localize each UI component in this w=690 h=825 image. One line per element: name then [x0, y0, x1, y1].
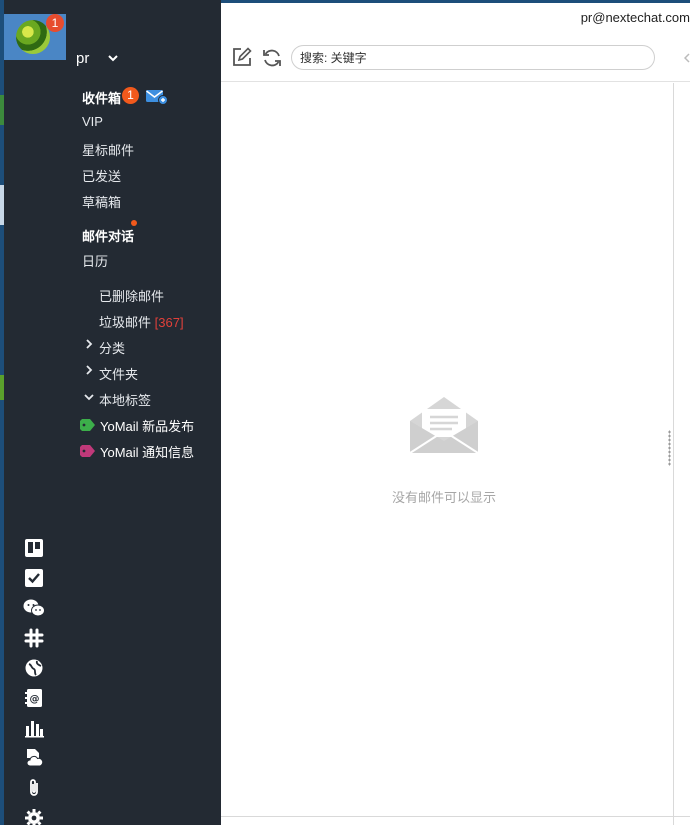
unread-dot: [131, 220, 137, 226]
sidebar-item-drafts[interactable]: 草稿箱: [82, 192, 121, 211]
chart-icon[interactable]: [22, 716, 46, 740]
toolbar: [221, 40, 690, 82]
cloud-file-icon[interactable]: [22, 746, 46, 770]
refresh-icon[interactable]: [261, 47, 283, 69]
empty-mail-icon: [408, 395, 480, 455]
contacts-icon[interactable]: @: [22, 686, 46, 710]
sidebar-item-spam[interactable]: 垃圾邮件 [367]: [99, 312, 184, 331]
empty-state-message: 没有邮件可以显示: [391, 490, 496, 505]
sidebar-item-local-tags[interactable]: 本地标签: [99, 390, 151, 409]
inbox-count-badge: 1: [122, 87, 139, 104]
chevron-right-icon[interactable]: [84, 364, 94, 378]
search-input[interactable]: [291, 45, 655, 70]
globe-icon[interactable]: [22, 656, 46, 680]
sidebar-item-inbox[interactable]: 收件箱: [82, 88, 121, 107]
arrow-icon[interactable]: [683, 52, 690, 66]
attachment-icon[interactable]: [22, 776, 46, 800]
sidebar-item-calendar[interactable]: 日历: [82, 251, 108, 270]
pane-divider: [673, 83, 674, 825]
account-name[interactable]: pr: [76, 50, 89, 67]
sidebar-item-conversations[interactable]: 邮件对话: [82, 226, 134, 245]
checklist-icon[interactable]: [22, 566, 46, 590]
sidebar-item-folders[interactable]: 文件夹: [99, 364, 138, 383]
tag-icon: [80, 444, 96, 457]
account-email: pr@nextechat.com: [580, 10, 690, 25]
avatar: [16, 20, 50, 54]
spam-count: [367]: [154, 315, 184, 330]
chevron-right-icon[interactable]: [84, 338, 94, 352]
settings-icon[interactable]: [22, 806, 46, 825]
resize-handle[interactable]: [668, 430, 671, 466]
slack-icon[interactable]: [22, 626, 46, 650]
spam-label: 垃圾邮件: [99, 315, 152, 330]
tag-item[interactable]: YoMail 新品发布: [100, 416, 194, 435]
notification-badge: 1: [46, 14, 64, 32]
sidebar-item-categories[interactable]: 分类: [99, 338, 125, 357]
main-panel: pr@nextechat.com 没有邮件可以显示: [221, 0, 690, 825]
sidebar-item-deleted[interactable]: 已删除邮件: [99, 286, 164, 305]
sidebar-item-vip[interactable]: VIP: [82, 114, 103, 129]
chevron-down-icon[interactable]: [84, 390, 94, 404]
add-mail-account-icon[interactable]: [145, 87, 169, 105]
window-top-border: [221, 0, 690, 3]
sidebar-item-starred[interactable]: 星标邮件: [82, 140, 134, 159]
chevron-down-icon[interactable]: [108, 50, 118, 65]
bottom-border: [221, 816, 690, 817]
trello-icon[interactable]: [22, 536, 46, 560]
account-avatar-button[interactable]: 1: [4, 14, 66, 60]
svg-text:@: @: [30, 694, 40, 705]
tag-item[interactable]: YoMail 通知信息: [100, 442, 194, 461]
wechat-icon[interactable]: [22, 596, 46, 620]
tag-icon: [80, 418, 96, 431]
compose-icon[interactable]: [231, 46, 253, 68]
sidebar-item-sent[interactable]: 已发送: [82, 166, 121, 185]
sidebar: 1 pr 收件箱 1 VIP 星标邮件 已发送 草稿箱 邮件对话 日历 已删除邮…: [4, 0, 221, 825]
